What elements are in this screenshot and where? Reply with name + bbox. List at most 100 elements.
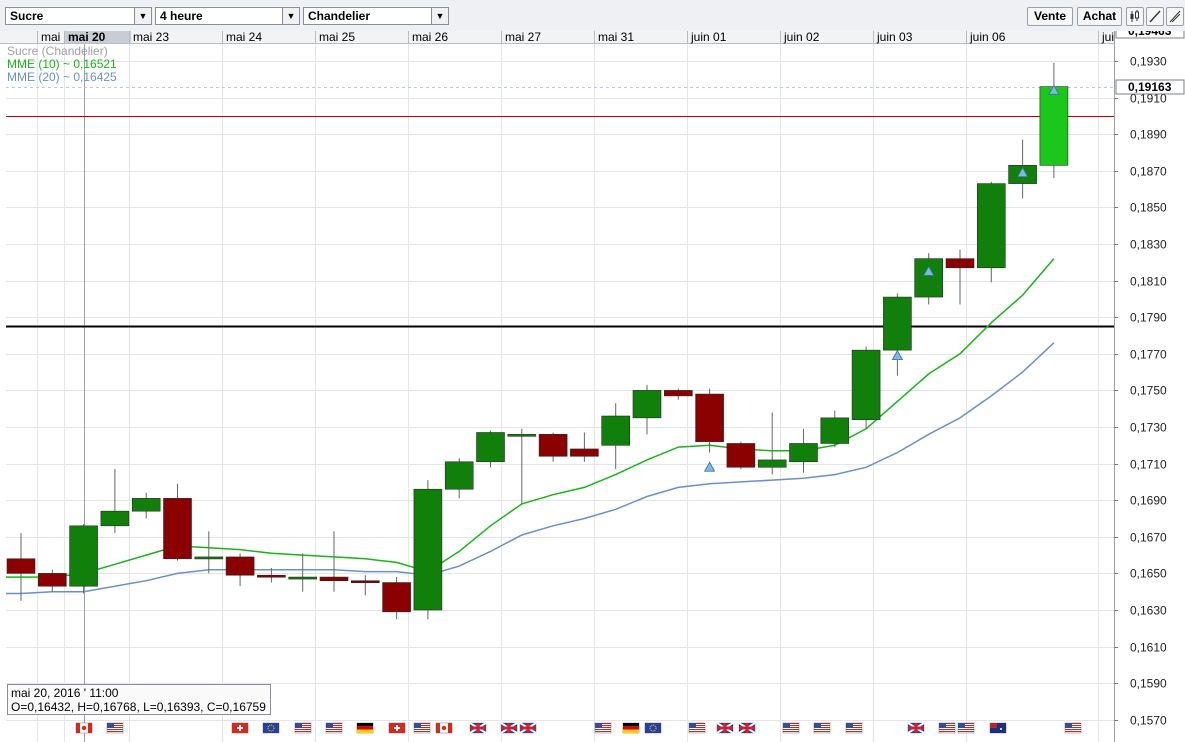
x-axis-label: mai	[41, 31, 60, 44]
candle-body	[570, 448, 599, 457]
candle-body	[757, 459, 787, 468]
flag-stripe	[295, 731, 311, 732]
candle-style-button[interactable]	[1126, 7, 1144, 26]
x-axis-label: mai 26	[412, 31, 448, 44]
flag-cross	[394, 727, 400, 729]
flag-band	[436, 723, 440, 733]
candle-body	[945, 258, 975, 269]
flag-us-icon	[1064, 722, 1082, 734]
flag-eu-icon	[262, 722, 280, 734]
draw-line-icon	[1149, 10, 1161, 23]
flag-canton	[295, 723, 302, 728]
flag-stripe	[939, 731, 955, 732]
flag-star	[1000, 728, 1002, 730]
flag-us-icon	[294, 722, 312, 734]
flag-stripe	[357, 726, 373, 730]
candle-body	[100, 510, 130, 527]
flag-stripe	[814, 731, 830, 732]
candle-body	[319, 576, 349, 582]
crosshair-button[interactable]	[1166, 7, 1184, 26]
grid	[6, 43, 1114, 742]
chevron-down-icon[interactable]: ▼	[431, 8, 448, 24]
sell-button[interactable]: Vente	[1027, 7, 1073, 26]
flag-band	[448, 723, 452, 733]
flag-stripe	[326, 731, 342, 732]
chart-style-select[interactable]: Chandelier ▼	[303, 7, 449, 25]
flag-ch-icon	[231, 722, 249, 734]
y-tick-label: 0,1810	[1130, 275, 1167, 289]
flag-stripe	[414, 731, 430, 732]
candle	[476, 430, 505, 468]
chevron-down-icon[interactable]: ▼	[134, 8, 151, 24]
candle-body	[663, 390, 693, 397]
y-tick-label: 0,1870	[1130, 165, 1167, 179]
flag-cross	[739, 726, 755, 730]
flag-band	[76, 723, 80, 733]
flag-us-icon	[813, 722, 831, 734]
ohlc-date: mai 20, 2016 ' 11:00	[11, 686, 119, 700]
y-tick-label: 0,1790	[1130, 311, 1167, 325]
candle-body	[507, 434, 537, 437]
current-price-tag: 0,19163	[1128, 80, 1172, 94]
y-tick-label: 0,1570	[1130, 714, 1167, 728]
y-tick-label: 0,1690	[1130, 494, 1167, 508]
flag-stripe	[689, 731, 705, 732]
flag-gb-icon	[519, 722, 537, 734]
flag-stripe	[623, 729, 639, 733]
candle-body	[883, 296, 912, 351]
candle-body	[37, 573, 67, 587]
y-tick-label: 0,1710	[1130, 458, 1167, 472]
flag-us-icon	[325, 722, 343, 734]
candlestick-chart[interactable]: mai mai 20 mai 23 mai 24 mai 25 mai 26 mai 27 m…	[0, 31, 1185, 742]
chevron-down-icon[interactable]: ▼	[282, 8, 299, 24]
candle-body	[632, 390, 662, 419]
flag-gb-icon	[738, 722, 756, 734]
candle-body	[225, 556, 255, 576]
flag-leaf	[441, 725, 447, 731]
flag-stripe	[357, 729, 373, 733]
candle-body	[1039, 86, 1069, 166]
y-tick-label: 0,1890	[1130, 128, 1167, 142]
y-tick-label: 0,1830	[1130, 238, 1167, 252]
candle-body	[6, 558, 36, 574]
flag-band	[88, 723, 92, 733]
candle-body	[382, 582, 411, 613]
flag-stripe	[814, 729, 830, 730]
y-tick-label: 0,1610	[1130, 641, 1167, 655]
y-tick-label: 0,1630	[1130, 604, 1167, 618]
flag-stripe	[414, 729, 430, 730]
ohlc-values: O=0,16432, H=0,16768, L=0,16393, C=0,167…	[11, 700, 266, 714]
flag-stripe	[326, 729, 342, 730]
candle	[726, 441, 756, 470]
toolbar: Sucre ▼ 4 heure ▼ Chandelier ▼ Vente Ach…	[0, 0, 1185, 32]
candle-body	[851, 349, 881, 420]
flag-us-icon	[413, 722, 431, 734]
x-axis-label: mai 25	[319, 31, 355, 44]
period-select[interactable]: 4 heure ▼	[155, 7, 300, 25]
x-axis-label: juin 01	[690, 31, 727, 44]
buy-button[interactable]: Achat	[1077, 7, 1122, 26]
x-axis-label: mai 31	[598, 31, 634, 44]
flag-au-icon	[989, 722, 1007, 734]
candle-body	[131, 498, 161, 512]
draw-line-button[interactable]	[1146, 7, 1164, 26]
candle-body	[69, 525, 98, 587]
instrument-select[interactable]: Sucre ▼	[5, 7, 152, 25]
chart-style-select-value: Chandelier	[308, 9, 371, 23]
y-tick-label: 0,1770	[1130, 348, 1167, 362]
flag-stripe	[689, 729, 705, 730]
candle	[976, 181, 1006, 283]
flag-stripe	[783, 731, 799, 732]
flag-stripe	[846, 729, 862, 730]
flag-canton	[1065, 723, 1072, 728]
candle-body	[820, 417, 850, 444]
flag-gb-icon	[907, 722, 925, 734]
flag-gb-icon	[716, 722, 734, 734]
legend-series: Sucre (Chandelier)	[7, 44, 108, 58]
x-axis-label: mai 27	[505, 31, 541, 44]
flag-canton	[689, 723, 696, 728]
candle-body	[914, 258, 944, 298]
flag-gb-icon	[469, 722, 487, 734]
flag-stripe	[623, 726, 639, 730]
y-tick-label: 0,1930	[1130, 55, 1167, 69]
